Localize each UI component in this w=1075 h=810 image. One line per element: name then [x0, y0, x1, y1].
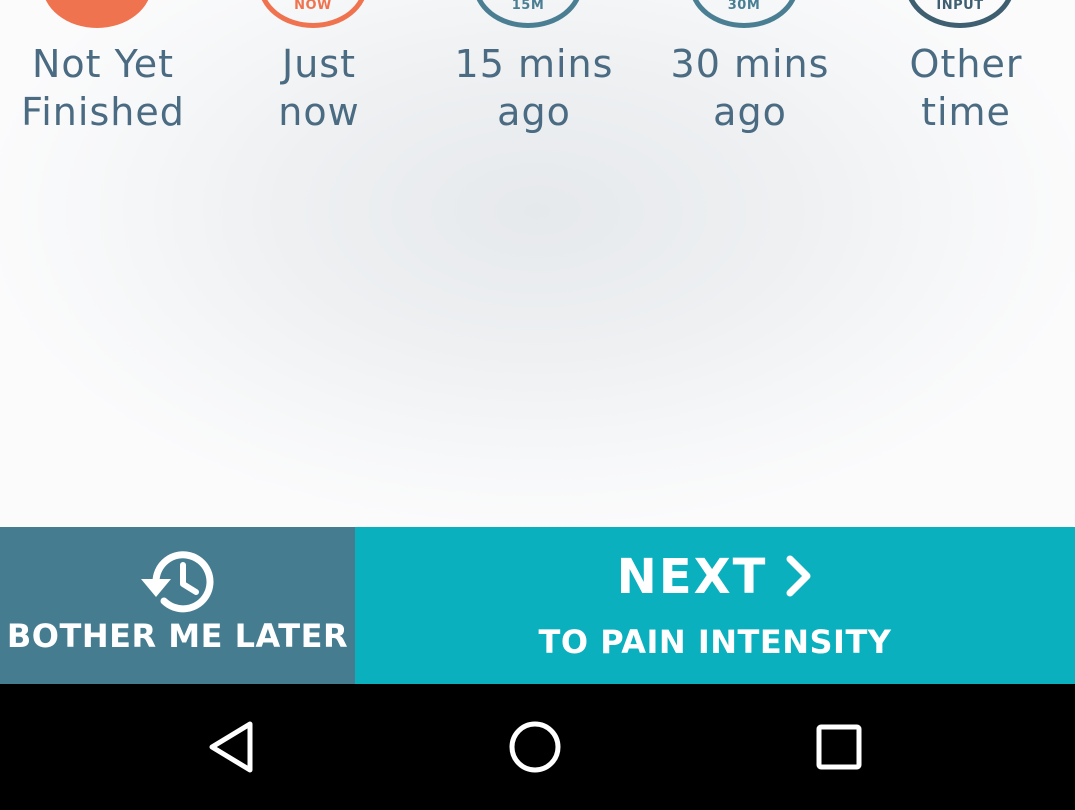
option-label-line2: ago: [497, 90, 571, 134]
next-label: NEXT: [616, 549, 768, 605]
option-label-line2: Finished: [21, 90, 185, 134]
bother-me-later-button[interactable]: BOTHER ME LATER: [0, 527, 355, 684]
option-label-line1: 15 mins: [454, 42, 614, 86]
option-30-mins-ago[interactable]: 30M 30 mins ago: [650, 0, 850, 150]
option-tag: 30M: [727, 0, 761, 13]
next-button[interactable]: NEXT TO PAIN INTENSITY: [355, 527, 1075, 684]
option-label-line2: ago: [713, 90, 787, 134]
option-other-time[interactable]: INPUT Other time: [866, 0, 1066, 150]
30m-clock-icon: 30M: [689, 0, 799, 28]
option-label-line2: now: [278, 90, 360, 134]
bother-me-later-label: BOTHER ME LATER: [6, 617, 349, 655]
history-clock-icon: [141, 551, 214, 613]
not-yet-finished-icon: [42, 0, 152, 28]
option-label-line1: 30 mins: [670, 42, 830, 86]
next-destination-label: TO PAIN INTENSITY: [538, 623, 892, 661]
input-clock-icon: INPUT: [905, 0, 1015, 28]
option-label: Other time: [866, 40, 1066, 136]
android-nav-bar: [0, 684, 1075, 810]
15m-clock-icon: 15M: [473, 0, 583, 28]
option-tag: 15M: [511, 0, 545, 13]
option-label-line2: time: [921, 90, 1011, 134]
option-label-line1: Not Yet: [31, 42, 175, 86]
content-area: Not Yet Finished NOW Just now 15M 15 min…: [0, 0, 1075, 527]
option-label: 15 mins ago: [434, 40, 634, 136]
option-label: Just now: [219, 40, 419, 136]
option-label: Not Yet Finished: [3, 40, 203, 136]
chevron-right-icon: [786, 555, 811, 597]
option-label: 30 mins ago: [650, 40, 850, 136]
option-label-line1: Other: [909, 42, 1023, 86]
option-15-mins-ago[interactable]: 15M 15 mins ago: [434, 0, 634, 150]
option-label-line1: Just: [282, 42, 356, 86]
option-tag: INPUT: [936, 0, 984, 13]
now-clock-icon: NOW: [258, 0, 368, 28]
home-icon[interactable]: [500, 714, 570, 780]
action-bar: BOTHER ME LATER NEXT TO PAIN INTENSITY: [0, 527, 1075, 684]
time-options: Not Yet Finished NOW Just now 15M 15 min…: [0, 0, 1075, 160]
next-row: NEXT: [355, 549, 1075, 609]
recents-icon[interactable]: [804, 714, 874, 780]
option-just-now[interactable]: NOW Just now: [219, 0, 419, 150]
option-tag: NOW: [294, 0, 332, 13]
back-icon[interactable]: [198, 714, 268, 780]
app-screen: Not Yet Finished NOW Just now 15M 15 min…: [0, 0, 1075, 810]
option-not-yet-finished[interactable]: Not Yet Finished: [3, 0, 203, 150]
